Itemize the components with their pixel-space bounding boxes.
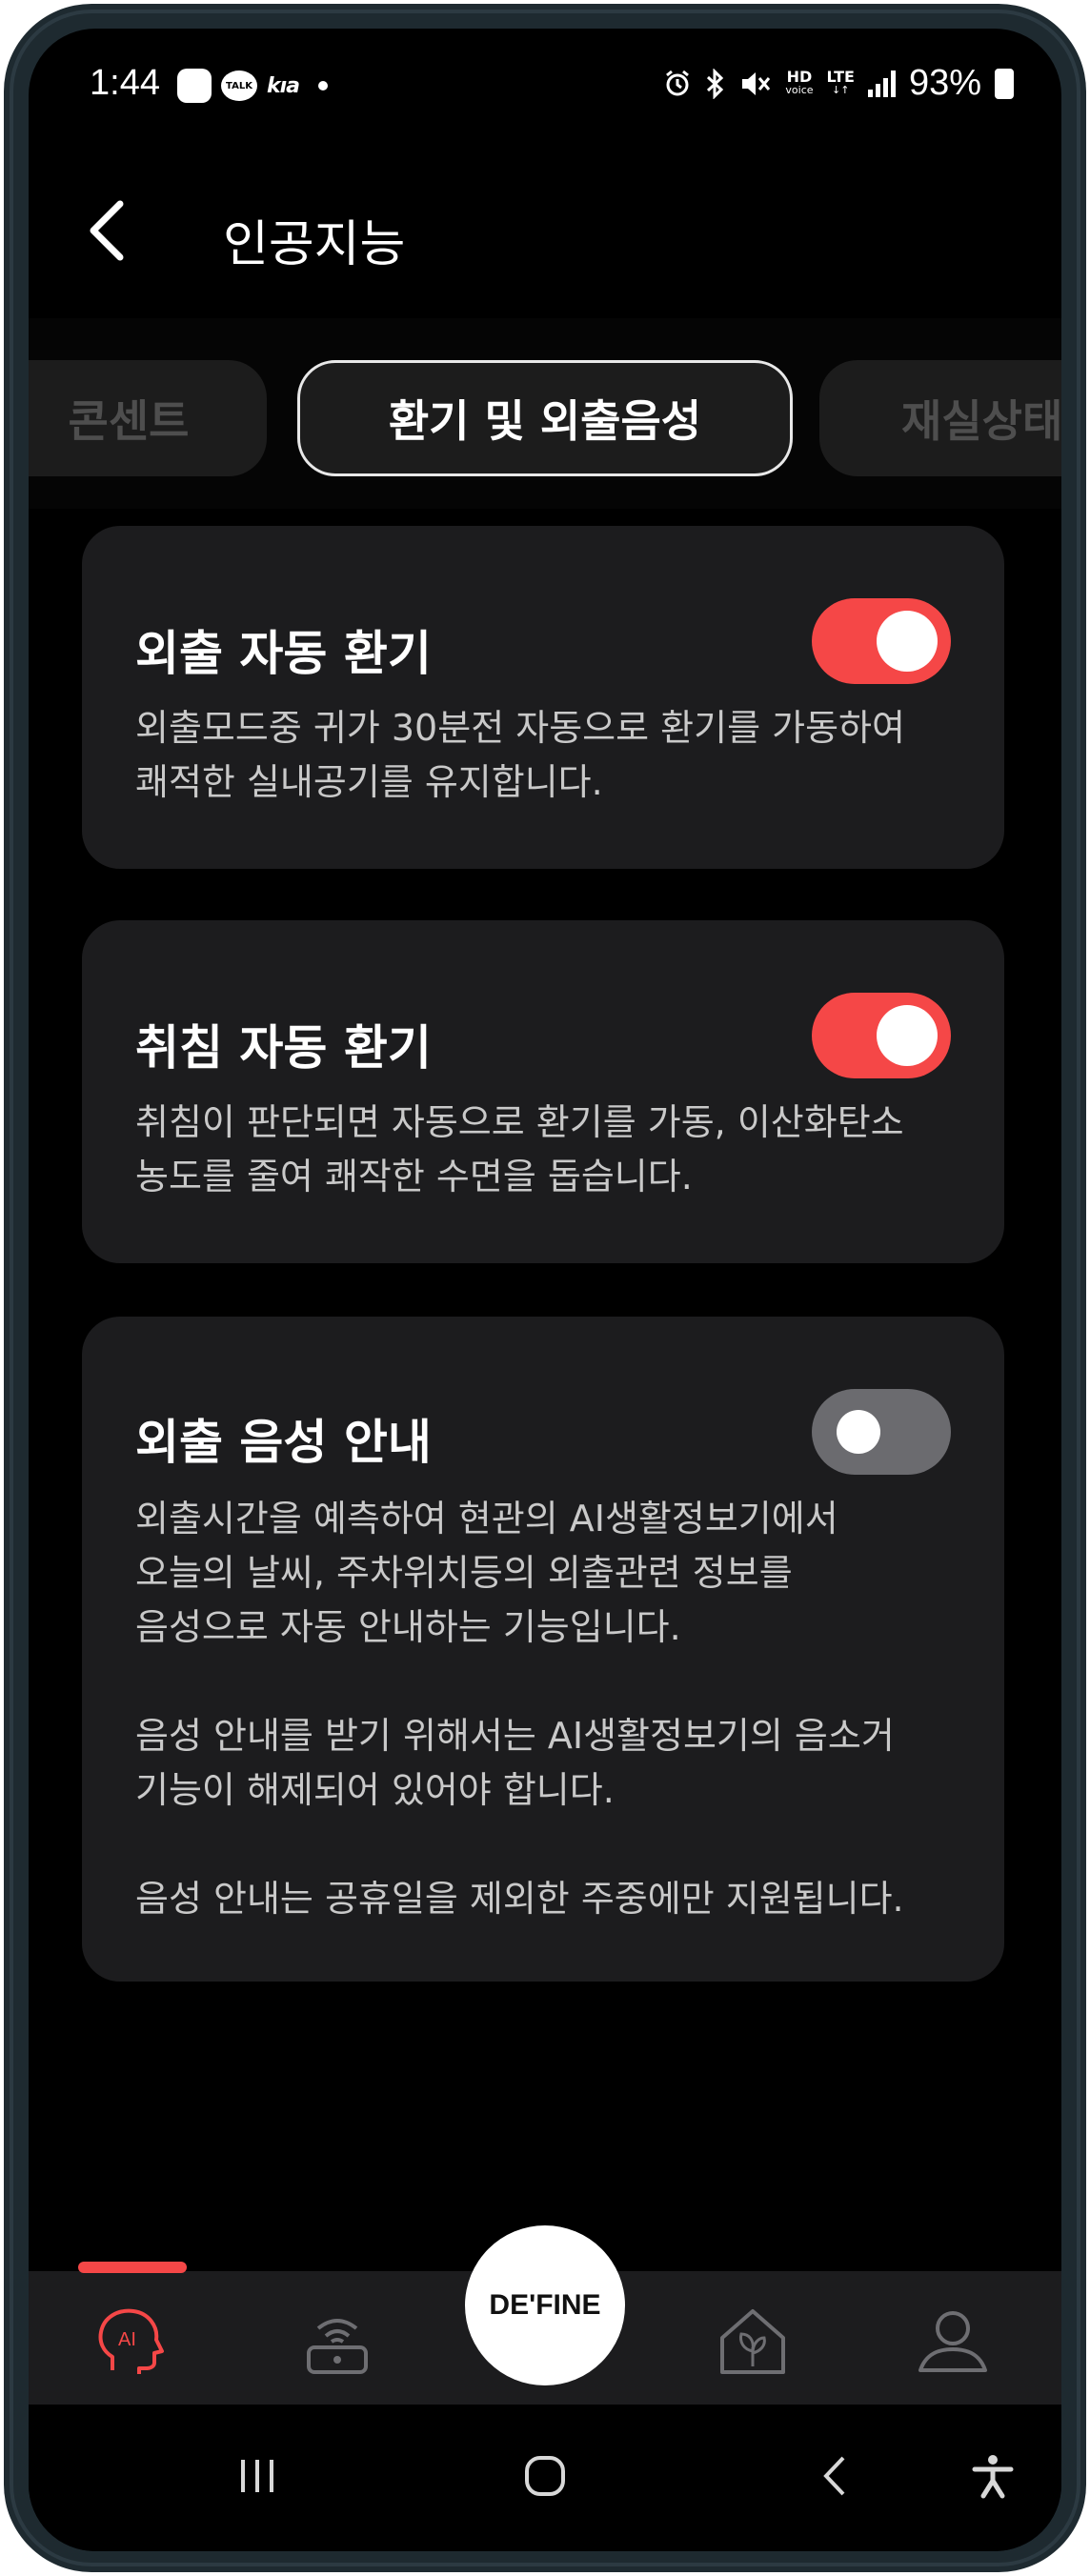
chip-consent[interactable]: 콘센트 [29, 360, 267, 476]
status-time: 1:44 [90, 63, 160, 103]
signal-icon [867, 70, 896, 97]
screen: 1:44 TALK kıa HD voice LTE ↓↑ 93% 인공지능 콘… [29, 29, 1061, 2551]
system-back-button[interactable] [798, 2443, 875, 2509]
voice-label: voice [785, 83, 814, 96]
chip-label: 재실상태 [901, 395, 1061, 447]
toggle-knob [877, 611, 938, 672]
back-button[interactable] [76, 192, 152, 269]
chevron-left-icon [90, 200, 124, 261]
system-nav-bar [29, 2405, 1061, 2551]
battery-percent: 93% [908, 63, 981, 103]
define-home-button[interactable]: DE'FINE [465, 2225, 625, 2385]
card-title: 외출 음성 안내 [135, 1415, 432, 1470]
accessibility-icon [972, 2455, 1014, 2499]
nav-ai[interactable]: AI [91, 2304, 168, 2380]
status-bar: 1:44 TALK kıa HD voice LTE ↓↑ 93% [29, 29, 1061, 143]
mute-icon [742, 71, 771, 95]
nav-router[interactable] [299, 2304, 375, 2380]
category-chips: 콘센트 환기 및 외출음성 재실상태 [29, 318, 1061, 509]
bluetooth-icon [707, 68, 724, 99]
lte-label: LTE [826, 67, 855, 86]
recent-apps-button[interactable] [219, 2443, 295, 2509]
toggle-knob [877, 1005, 938, 1066]
person-icon [918, 2311, 987, 2372]
more-notifications-dot [318, 81, 329, 91]
chip-occupancy[interactable]: 재실상태 [819, 360, 1061, 476]
kakaotalk-icon: TALK [221, 70, 257, 101]
kakaotalk-label: TALK [226, 80, 252, 91]
home-button[interactable] [507, 2443, 583, 2509]
chip-ventilation-voice[interactable]: 환기 및 외출음성 [297, 360, 793, 476]
active-tab-indicator [78, 2262, 187, 2273]
square-app-icon [177, 69, 212, 103]
chip-label: 콘센트 [68, 395, 190, 447]
recent-apps-icon [241, 2460, 273, 2492]
home-circle-icon [525, 2456, 565, 2496]
bottom-nav: AI DE'FINE [29, 2225, 1061, 2405]
away-ventilation-toggle[interactable] [812, 598, 951, 684]
lte-icon: LTE ↓↑ [826, 67, 855, 97]
hd-voice-icon: HD voice [785, 67, 814, 97]
system-status-icons: HD voice LTE ↓↑ 93% [663, 63, 1014, 104]
away-voice-guide-toggle[interactable] [812, 1389, 951, 1475]
alarm-icon [666, 70, 690, 95]
notification-icons: TALK kıa [177, 69, 329, 103]
page-title: 인공지능 [223, 216, 406, 273]
card-away-voice-guide: 외출 음성 안내 외출시간을 예측하여 현관의 AI생활정보기에서 오늘의 날씨… [82, 1317, 1004, 1982]
app-header: 인공지능 [29, 143, 1061, 318]
card-title: 외출 자동 환기 [135, 626, 432, 681]
card-description: 취침이 판단되면 자동으로 환기를 가동, 이산화탄소 농도를 줄여 쾌작한 수… [135, 1101, 904, 1197]
lte-arrows: ↓↑ [832, 83, 850, 96]
battery-icon [995, 68, 1014, 99]
sleep-ventilation-toggle[interactable] [812, 993, 951, 1078]
ai-head-icon: AI [98, 2308, 164, 2374]
card-description: 외출모드중 귀가 30분전 자동으로 환기를 가동하여 쾌적한 실내공기를 유지… [135, 707, 905, 803]
card-description: 외출시간을 예측하여 현관의 AI생활정보기에서 오늘의 날씨, 주차위치등의 … [135, 1498, 904, 1920]
card-sleep-ventilation: 취침 자동 환기 취침이 판단되면 자동으로 환기를 가동, 이산화탄소 농도를… [82, 920, 1004, 1263]
card-away-ventilation: 외출 자동 환기 외출모드중 귀가 30분전 자동으로 환기를 가동하여 쾌적한… [82, 526, 1004, 869]
chip-label: 환기 및 외출음성 [388, 395, 702, 447]
back-arrow-icon [823, 2456, 845, 2496]
ai-label: AI [118, 2329, 136, 2350]
nav-profile[interactable] [915, 2304, 991, 2380]
card-title: 취침 자동 환기 [135, 1020, 432, 1076]
hd-label: HD [786, 67, 813, 86]
kia-icon: kıa [267, 73, 300, 98]
accessibility-button[interactable] [955, 2443, 1031, 2509]
toggle-knob [837, 1410, 880, 1454]
nav-home[interactable] [715, 2304, 791, 2380]
router-icon [307, 2319, 368, 2374]
home-leaf-icon [720, 2309, 785, 2374]
